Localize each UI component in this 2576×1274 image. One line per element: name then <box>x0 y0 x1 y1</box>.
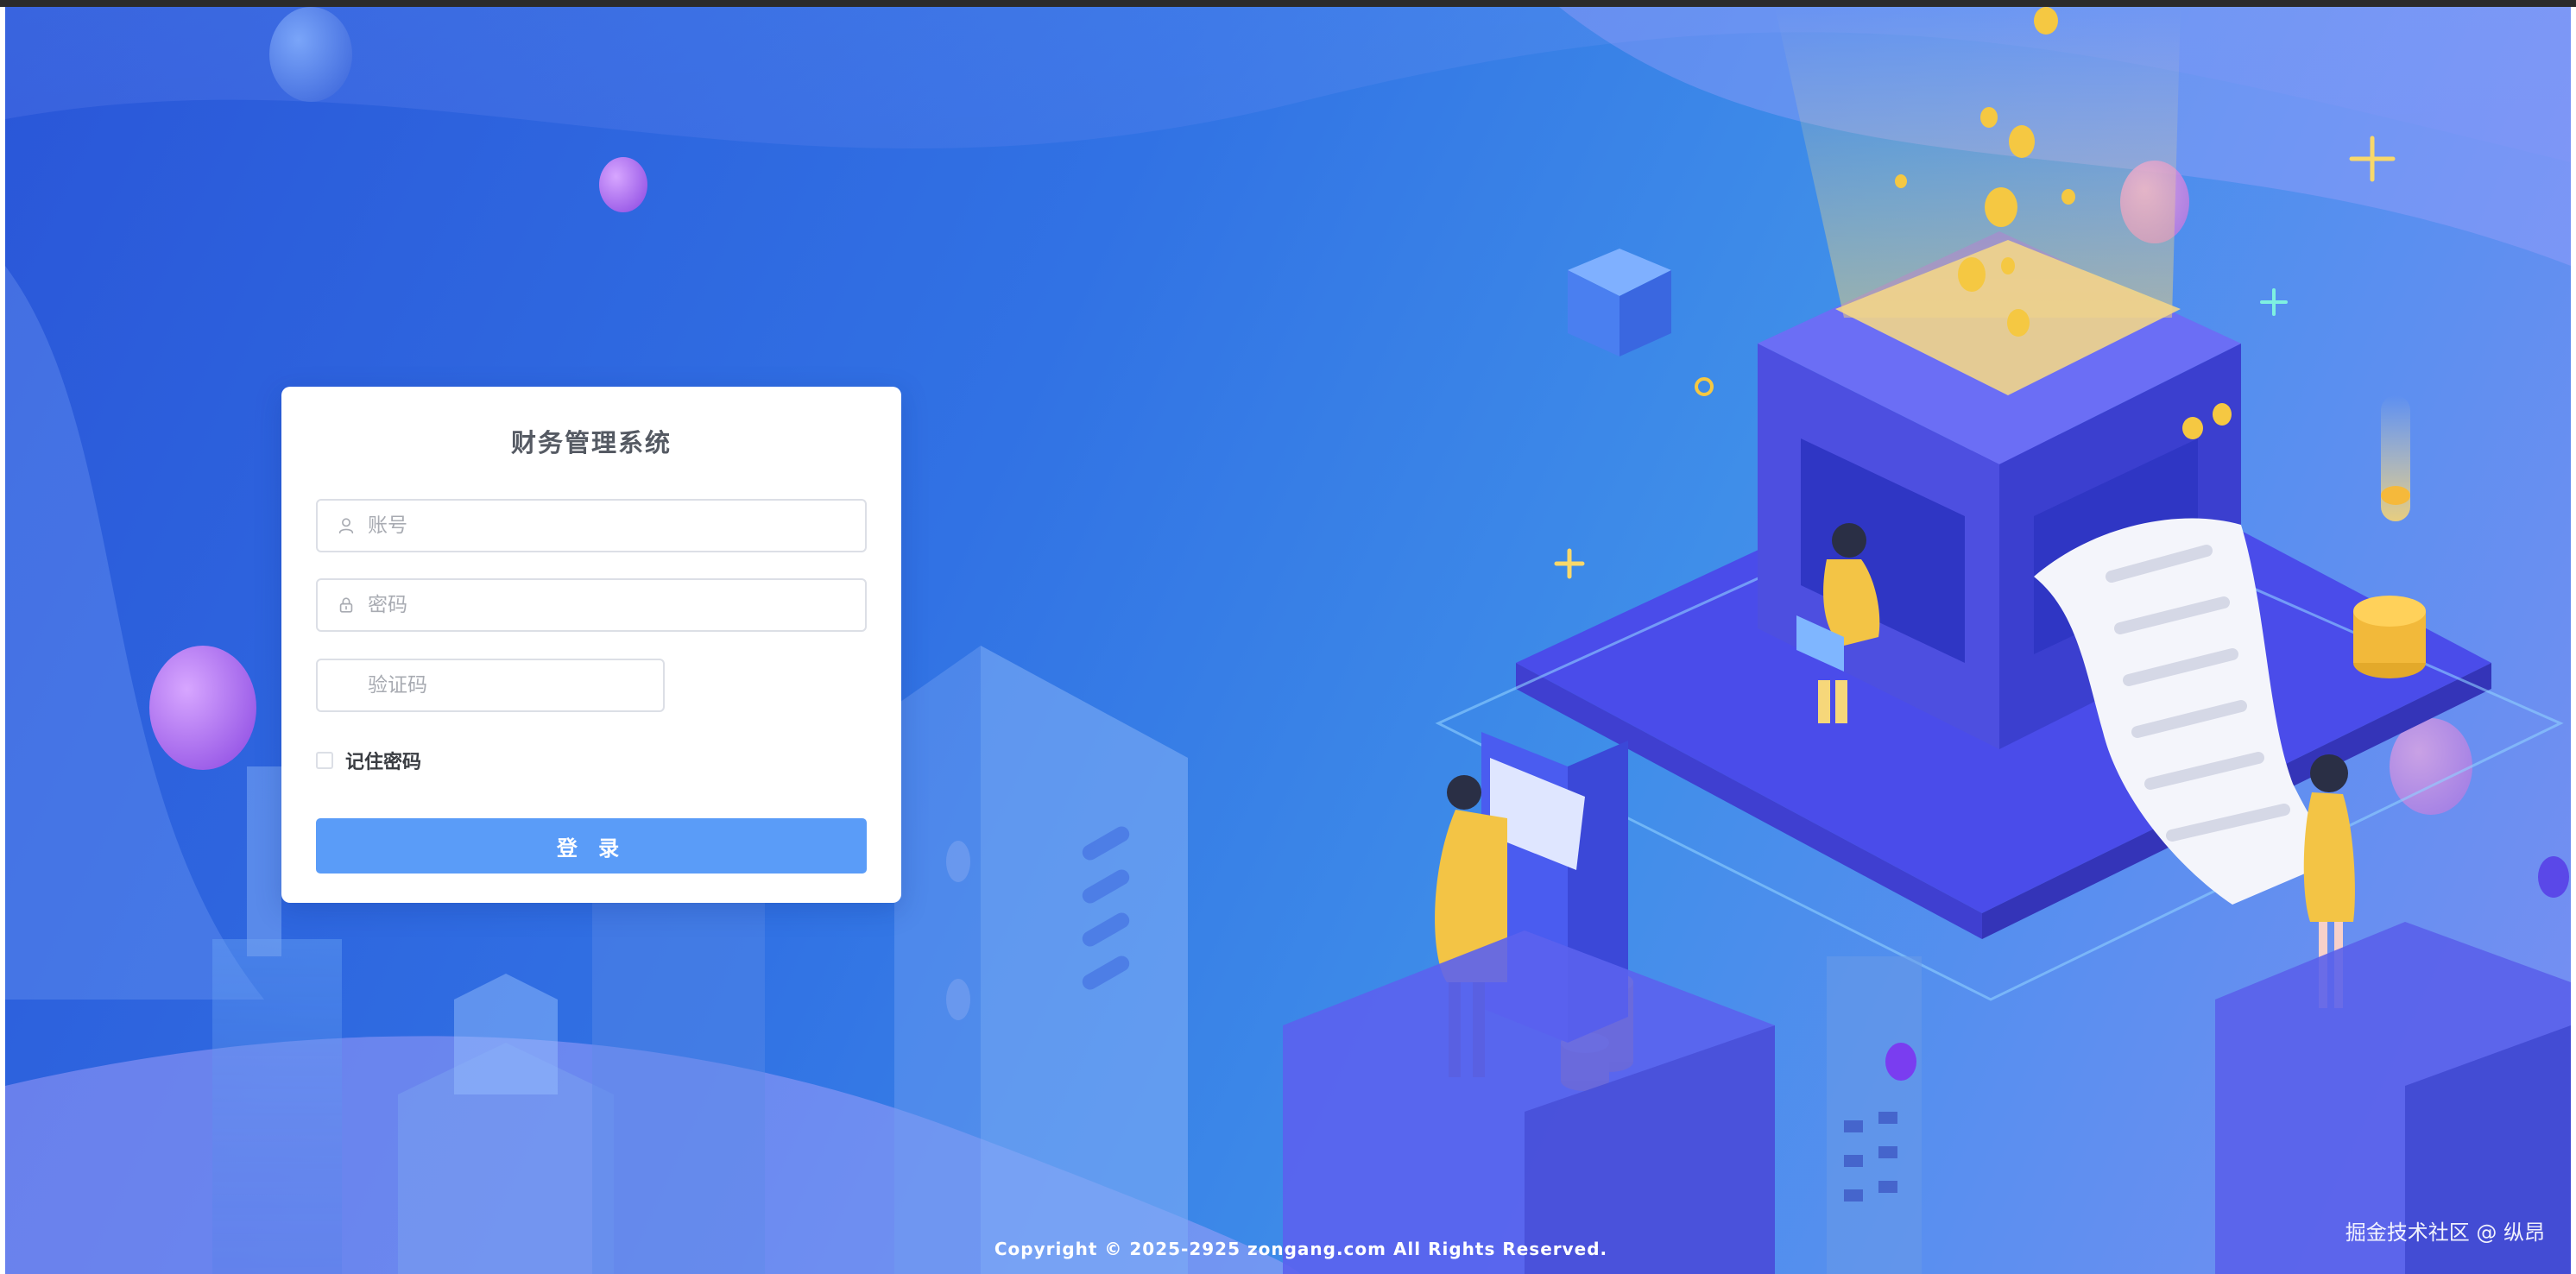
captcha-input[interactable] <box>368 660 653 710</box>
watermark-text: 掘金技术社区 @ 纵昂 <box>2345 1220 2545 1245</box>
captcha-field[interactable] <box>316 659 665 712</box>
remember-label[interactable]: 记住密码 <box>345 747 421 774</box>
login-page: 财务管理系统 记住密码 登 录 Copyright © 2025-2925 <box>0 0 2576 1274</box>
login-card: 财务管理系统 记住密码 登 录 <box>281 387 901 903</box>
user-icon <box>338 518 354 534</box>
password-input[interactable] <box>368 580 855 630</box>
username-field[interactable] <box>316 499 867 552</box>
remember-password[interactable]: 记住密码 <box>316 747 421 773</box>
copyright-text: Copyright © 2025-2925 zongang.com All Ri… <box>994 1239 1608 1259</box>
password-field[interactable] <box>316 578 867 632</box>
lock-icon <box>339 597 353 613</box>
login-button[interactable]: 登 录 <box>316 818 867 874</box>
window-top-border <box>0 0 2576 7</box>
username-input[interactable] <box>368 501 855 551</box>
remember-checkbox[interactable] <box>316 752 333 769</box>
page-title: 财务管理系统 <box>510 428 672 457</box>
